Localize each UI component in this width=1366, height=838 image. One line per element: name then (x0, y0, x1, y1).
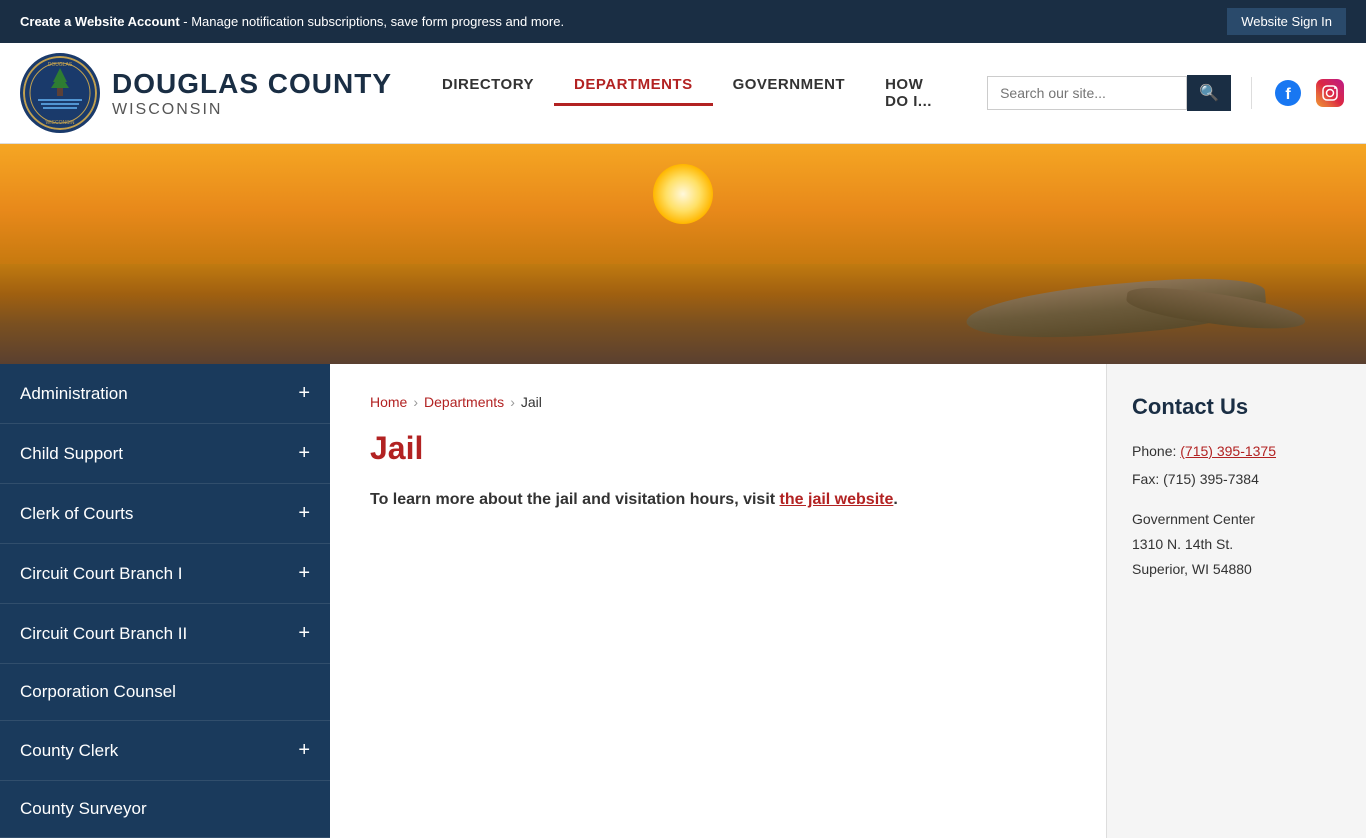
social-icons: f (1251, 77, 1346, 109)
main-nav: DIRECTORY DEPARTMENTS GOVERNMENT HOW DO … (422, 66, 1346, 120)
phone-label: Phone: (1132, 443, 1176, 459)
sidebar-item-clerk-of-courts[interactable]: Clerk of Courts + (0, 484, 330, 544)
instagram-icon (1316, 79, 1344, 107)
sidebar-item-circuit-court-2[interactable]: Circuit Court Branch II + (0, 604, 330, 664)
nav-link-how[interactable]: HOW DO I... (865, 66, 967, 120)
sidebar-label-corporation-counsel: Corporation Counsel (20, 682, 176, 702)
sidebar-plus-circuit-court-2: + (298, 622, 310, 645)
description-text: To learn more about the jail and visitat… (370, 491, 780, 508)
nav-item-departments[interactable]: DEPARTMENTS (554, 66, 713, 120)
search-button[interactable]: 🔍 (1187, 75, 1231, 111)
breadcrumb-current: Jail (521, 394, 542, 410)
contact-fax-line: Fax: (715) 395-7384 (1132, 468, 1341, 490)
banner-bold: Create a Website Account (20, 14, 180, 29)
sign-in-button[interactable]: Website Sign In (1227, 8, 1346, 35)
sidebar-plus-county-clerk: + (298, 739, 310, 762)
banner-text: Create a Website Account - Manage notifi… (20, 14, 564, 29)
sidebar-plus-administration: + (298, 382, 310, 405)
nav-item-government[interactable]: GOVERNMENT (713, 66, 866, 120)
breadcrumb: Home › Departments › Jail (370, 394, 1066, 410)
sidebar-item-circuit-court-1[interactable]: Circuit Court Branch I + (0, 544, 330, 604)
banner-suffix: - Manage notification subscriptions, sav… (180, 14, 564, 29)
sidebar-item-administration[interactable]: Administration + (0, 364, 330, 424)
svg-text:DOUGLAS: DOUGLAS (48, 62, 73, 68)
search-area: 🔍 (987, 75, 1231, 111)
sidebar-item-county-clerk[interactable]: County Clerk + (0, 721, 330, 781)
county-name: DOUGLAS COUNTY (112, 67, 392, 101)
sidebar-label-administration: Administration (20, 384, 128, 404)
svg-text:WISCONSIN: WISCONSIN (46, 120, 75, 126)
main-content: Home › Departments › Jail Jail To learn … (330, 364, 1106, 838)
sidebar-label-clerk-of-courts: Clerk of Courts (20, 504, 133, 524)
nav-item-how[interactable]: HOW DO I... (865, 66, 967, 120)
sidebar-label-circuit-court-2: Circuit Court Branch II (20, 624, 187, 644)
sidebar-label-county-clerk: County Clerk (20, 741, 118, 761)
nav-links: DIRECTORY DEPARTMENTS GOVERNMENT HOW DO … (422, 66, 967, 120)
address-line2: 1310 N. 14th St. (1132, 532, 1341, 557)
sidebar-item-corporation-counsel[interactable]: Corporation Counsel (0, 664, 330, 721)
svg-text:f: f (1285, 86, 1291, 103)
nav-link-government[interactable]: GOVERNMENT (713, 66, 866, 103)
breadcrumb-sep-1: › (413, 394, 418, 410)
sidebar-item-child-support[interactable]: Child Support + (0, 424, 330, 484)
nav-link-directory[interactable]: DIRECTORY (422, 66, 554, 103)
fax-number: (715) 395-7384 (1163, 471, 1259, 487)
contact-phone-line: Phone: (715) 395-1375 (1132, 440, 1341, 462)
hero-sunset (0, 144, 1366, 364)
top-banner: Create a Website Account - Manage notifi… (0, 0, 1366, 43)
address-line3: Superior, WI 54880 (1132, 557, 1341, 582)
search-input[interactable] (987, 76, 1187, 110)
contact-address: Government Center 1310 N. 14th St. Super… (1132, 507, 1341, 583)
sidebar-label-circuit-court-1: Circuit Court Branch I (20, 564, 183, 584)
contact-title: Contact Us (1132, 394, 1341, 420)
logo-link[interactable]: DOUGLAS WISCONSIN DOUGLAS COUNTY WISCONS… (20, 53, 392, 133)
phone-number[interactable]: (715) 395-1375 (1180, 443, 1276, 459)
facebook-icon: f (1274, 79, 1302, 107)
page-title: Jail (370, 430, 1066, 467)
breadcrumb-home[interactable]: Home (370, 394, 407, 410)
sidebar: Administration + Child Support + Clerk o… (0, 364, 330, 838)
hero-sun (653, 164, 713, 224)
right-panel: Contact Us Phone: (715) 395-1375 Fax: (7… (1106, 364, 1366, 838)
sidebar-plus-circuit-court-1: + (298, 562, 310, 585)
page-layout: Administration + Child Support + Clerk o… (0, 364, 1366, 838)
sidebar-label-county-surveyor: County Surveyor (20, 799, 147, 819)
fax-label: Fax: (1132, 471, 1159, 487)
sidebar-label-child-support: Child Support (20, 444, 123, 464)
search-icon: 🔍 (1199, 85, 1219, 102)
nav-link-departments[interactable]: DEPARTMENTS (554, 66, 713, 106)
jail-website-link[interactable]: the jail website (780, 491, 894, 508)
breadcrumb-sep-2: › (510, 394, 515, 410)
instagram-link[interactable] (1314, 77, 1346, 109)
county-seal-icon: DOUGLAS WISCONSIN (23, 56, 97, 130)
breadcrumb-departments[interactable]: Departments (424, 394, 504, 410)
site-title: DOUGLAS COUNTY WISCONSIN (112, 67, 392, 120)
nav-item-directory[interactable]: DIRECTORY (422, 66, 554, 120)
sidebar-plus-child-support: + (298, 442, 310, 465)
sidebar-plus-clerk-of-courts: + (298, 502, 310, 525)
hero-banner (0, 144, 1366, 364)
state-name: WISCONSIN (112, 100, 392, 119)
facebook-link[interactable]: f (1272, 77, 1304, 109)
page-description: To learn more about the jail and visitat… (370, 487, 1066, 513)
sidebar-item-county-surveyor[interactable]: County Surveyor (0, 781, 330, 838)
address-line1: Government Center (1132, 507, 1341, 532)
description-end: . (893, 491, 897, 508)
logo-circle: DOUGLAS WISCONSIN (20, 53, 100, 133)
site-header: DOUGLAS WISCONSIN DOUGLAS COUNTY WISCONS… (0, 43, 1366, 144)
